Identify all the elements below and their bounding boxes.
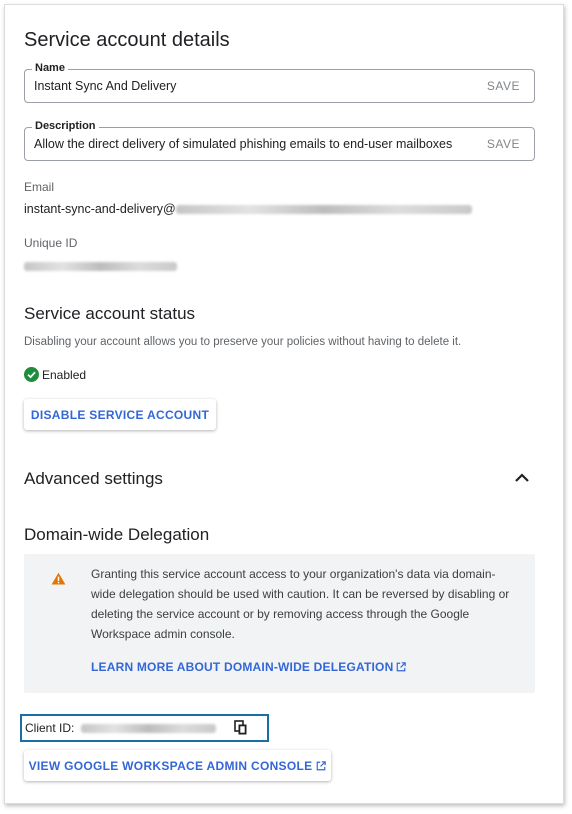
learn-more-link-label[interactable]: LEARN MORE ABOUT DOMAIN-WIDE DELEGATION — [91, 660, 393, 674]
status-badge: Enabled — [24, 367, 86, 382]
check-circle-icon — [24, 367, 39, 382]
delegation-warning-text: Granting this service account access to … — [91, 567, 510, 641]
external-link-icon — [397, 662, 407, 672]
view-admin-console-label[interactable]: VIEW GOOGLE WORKSPACE ADMIN CONSOLE — [29, 759, 313, 773]
disable-service-account-button[interactable]: DISABLE SERVICE ACCOUNT — [24, 399, 216, 430]
name-save-button[interactable]: SAVE — [487, 79, 520, 93]
delegation-warning-box: Granting this service account access to … — [24, 554, 535, 693]
client-id-redacted — [81, 724, 216, 733]
unique-id-label: Unique ID — [24, 236, 78, 250]
description-save-button[interactable]: SAVE — [487, 137, 520, 151]
description-field[interactable]: Description Allow the direct delivery of… — [24, 120, 535, 161]
client-id-label: Client ID: — [25, 721, 75, 735]
email-prefix: instant-sync-and-delivery@ — [24, 202, 176, 216]
service-account-card: Service account details Name Instant Syn… — [4, 4, 564, 804]
chevron-up-icon[interactable] — [513, 471, 531, 485]
email-label: Email — [24, 180, 55, 194]
copy-icon[interactable] — [234, 720, 248, 736]
unique-id-redacted — [24, 262, 177, 272]
name-field-label: Name — [32, 62, 68, 74]
name-field-value[interactable]: Instant Sync And Delivery — [34, 79, 469, 93]
external-link-icon — [317, 760, 327, 770]
learn-more-link[interactable]: LEARN MORE ABOUT DOMAIN-WIDE DELEGATION — [91, 660, 407, 674]
client-id-row: Client ID: — [20, 714, 269, 742]
warning-icon — [51, 572, 66, 585]
page-title: Service account details — [24, 29, 230, 51]
description-field-label: Description — [32, 120, 99, 132]
delegation-title: Domain-wide Delegation — [24, 525, 210, 544]
email-value: instant-sync-and-delivery@ — [24, 202, 472, 216]
status-hint: Disabling your account allows you to pre… — [24, 336, 462, 348]
advanced-settings-title: Advanced settings — [24, 469, 163, 488]
name-field[interactable]: Name Instant Sync And Delivery SAVE — [24, 62, 535, 103]
status-state: Enabled — [42, 367, 87, 382]
description-field-value[interactable]: Allow the direct delivery of simulated p… — [34, 137, 469, 151]
email-domain-redacted — [175, 205, 472, 215]
view-admin-console-button[interactable]: VIEW GOOGLE WORKSPACE ADMIN CONSOLE — [24, 750, 331, 781]
unique-id-value — [24, 258, 177, 276]
status-section-title: Service account status — [24, 304, 196, 323]
